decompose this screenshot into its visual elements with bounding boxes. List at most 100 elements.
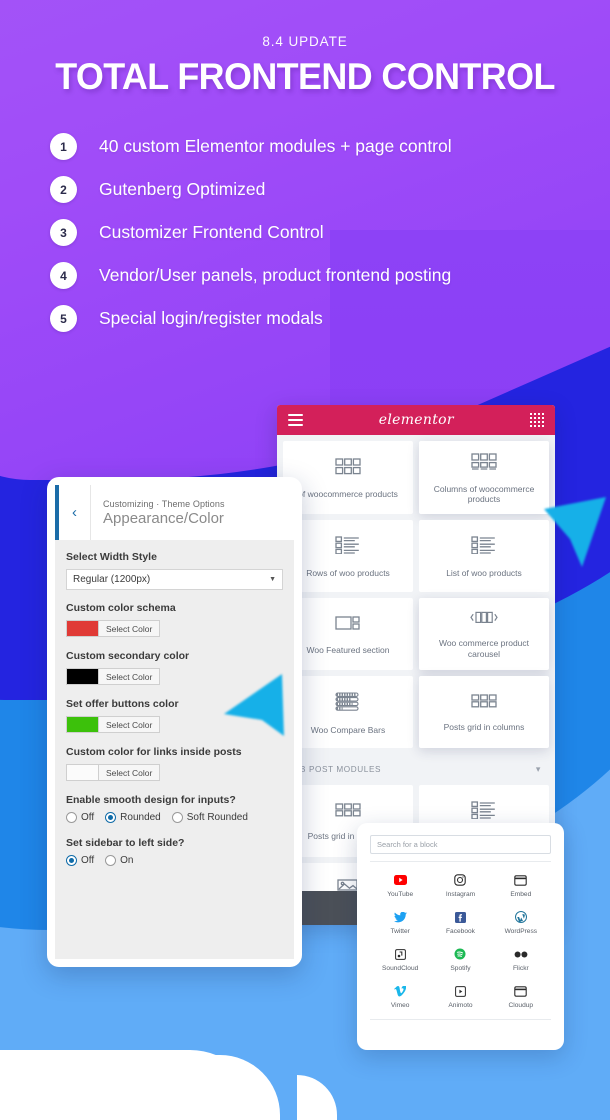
radio-option-on[interactable]: On <box>105 855 134 866</box>
chevron-left-icon[interactable]: ‹ <box>59 485 91 540</box>
list-item: 4 Vendor/User panels, product frontend p… <box>50 262 590 289</box>
color-field[interactable]: Select Color <box>66 620 283 637</box>
radio-label: Off <box>81 855 95 866</box>
radio-dot-selected[interactable] <box>105 812 117 823</box>
radio-dot[interactable] <box>171 812 183 823</box>
module-card[interactable]: Woo Featured section <box>283 597 413 670</box>
block-item-instagram[interactable]: Instagram <box>430 868 490 900</box>
module-label: Rows of woo products <box>306 568 390 579</box>
radio-dot-selected[interactable] <box>66 855 77 866</box>
module-row: Woo Compare Bars Posts grid in columns <box>283 675 549 748</box>
embed-icon <box>491 872 551 888</box>
color-swatch[interactable] <box>66 716 99 733</box>
facebook-icon <box>430 909 490 925</box>
block-item-cloudup[interactable]: Cloudup <box>491 979 551 1011</box>
spotify-icon <box>430 946 490 962</box>
list-rows-icon <box>471 801 497 824</box>
soundcloud-icon <box>370 946 430 962</box>
block-item-flickr[interactable]: Flickr <box>491 942 551 974</box>
block-item-vimeo[interactable]: Vimeo <box>370 979 430 1011</box>
module-card[interactable]: Columns of woocommerce products <box>419 441 549 514</box>
cloudup-icon <box>491 983 551 999</box>
grid-blocks-icon <box>335 458 361 480</box>
block-label: Flickr <box>512 965 529 972</box>
module-label: Woo Featured section <box>306 645 390 656</box>
header: 8.4 UPDATE TOTAL FRONTEND CONTROL <box>0 0 610 96</box>
promo-banner: 8.4 UPDATE TOTAL FRONTEND CONTROL 1 40 c… <box>0 0 610 1120</box>
select-color-button[interactable]: Select Color <box>99 668 161 685</box>
radio-option-soft-rounded[interactable]: Soft Rounded <box>171 812 248 823</box>
radio-label: Off <box>81 812 95 823</box>
select-color-button[interactable]: Select Color <box>99 764 161 781</box>
cursor-arrow-left <box>224 674 284 736</box>
color-swatch[interactable] <box>66 668 99 685</box>
block-item-youtube[interactable]: YouTube <box>370 868 430 900</box>
select-color-button[interactable]: Select Color <box>99 620 161 637</box>
module-card[interactable]: Posts grid in columns <box>419 675 549 748</box>
feature-label: Special login/register modals <box>99 308 323 328</box>
color-swatch[interactable] <box>66 620 99 637</box>
customizer-header: ‹ Customizing · Theme Options Appearance… <box>55 485 294 540</box>
block-label: Spotify <box>450 965 471 972</box>
columns-blocks-icon <box>471 453 497 475</box>
module-label: of woocommerce products <box>298 489 398 500</box>
chevron-down-icon[interactable]: ▾ <box>536 764 541 775</box>
block-item-wordpress[interactable]: WordPress <box>491 905 551 937</box>
smooth-design-radio-group: Off Rounded Soft Rounded <box>66 812 283 823</box>
grid-apps-icon[interactable] <box>529 412 544 428</box>
radio-option-off[interactable]: Off <box>66 855 94 866</box>
block-item-soundcloud[interactable]: SoundCloud <box>370 942 430 974</box>
select-color-button[interactable]: Select Color <box>99 716 161 733</box>
block-item-embed[interactable]: Embed <box>491 868 551 900</box>
youtube-icon <box>370 872 430 888</box>
block-label: WordPress <box>504 928 538 935</box>
color-swatch[interactable] <box>66 764 99 781</box>
gutenberg-block-inserter[interactable]: Search for a block YouTube Instagram Emb… <box>357 823 564 1050</box>
cursor-arrow-right <box>544 497 606 567</box>
list-item: 3 Customizer Frontend Control <box>50 219 590 246</box>
grid-blocks-icon <box>335 803 361 822</box>
block-item-animoto[interactable]: Animoto <box>430 979 490 1011</box>
background-white-shape-a <box>0 1050 260 1120</box>
color-field-label: Custom secondary color <box>66 650 190 662</box>
radio-option-off[interactable]: Off <box>66 812 94 823</box>
module-card[interactable]: Rows of woo products <box>283 519 413 592</box>
feature-number: 2 <box>50 176 77 203</box>
feature-list: 1 40 custom Elementor modules + page con… <box>50 133 590 348</box>
animoto-icon <box>430 983 490 999</box>
module-card[interactable]: Woo commerce product carousel <box>419 597 549 670</box>
module-card[interactable]: of woocommerce products <box>283 441 413 514</box>
radio-dot[interactable] <box>66 812 77 823</box>
block-label: Facebook <box>446 928 475 935</box>
header-kicker: 8.4 UPDATE <box>262 34 348 49</box>
feature-number: 4 <box>50 262 77 289</box>
block-label: Cloudup <box>508 1002 534 1009</box>
list-item: 1 40 custom Elementor modules + page con… <box>50 133 590 160</box>
elementor-section-header[interactable]: HUB POST MODULES ▾ <box>283 754 549 785</box>
block-item-spotify[interactable]: Spotify <box>430 942 490 974</box>
radio-option-rounded[interactable]: Rounded <box>105 812 161 823</box>
list-item: 5 Special login/register modals <box>50 305 590 332</box>
module-card[interactable]: List of woo products <box>419 519 549 592</box>
block-item-twitter[interactable]: Twitter <box>370 905 430 937</box>
width-style-select[interactable]: Regular (1200px) ▼ <box>66 569 283 590</box>
sidebar-left-radio-group: Off On <box>66 855 283 866</box>
block-label: SoundCloud <box>382 965 419 972</box>
width-style-value: Regular (1200px) <box>73 574 151 585</box>
color-field-label: Custom color schema <box>66 602 176 614</box>
page-title: TOTAL FRONTEND CONTROL <box>55 56 555 97</box>
radio-dot[interactable] <box>105 855 117 866</box>
search-input[interactable]: Search for a block <box>370 835 551 854</box>
module-row: Rows of woo products List of woo product… <box>283 519 549 592</box>
width-style-label: Select Width Style <box>66 551 157 563</box>
block-item-facebook[interactable]: Facebook <box>430 905 490 937</box>
list-item: 2 Gutenberg Optimized <box>50 176 590 203</box>
feature-label: Customizer Frontend Control <box>99 222 324 242</box>
block-label: Vimeo <box>390 1002 410 1009</box>
module-card[interactable]: Woo Compare Bars <box>283 675 413 748</box>
hamburger-icon[interactable] <box>288 412 303 428</box>
module-row: Woo Featured section Woo commerce produc… <box>283 597 549 670</box>
color-field[interactable]: Select Color <box>66 764 283 781</box>
module-label: Posts grid in columns <box>443 722 525 733</box>
customizer-title: Appearance/Color <box>103 509 224 527</box>
